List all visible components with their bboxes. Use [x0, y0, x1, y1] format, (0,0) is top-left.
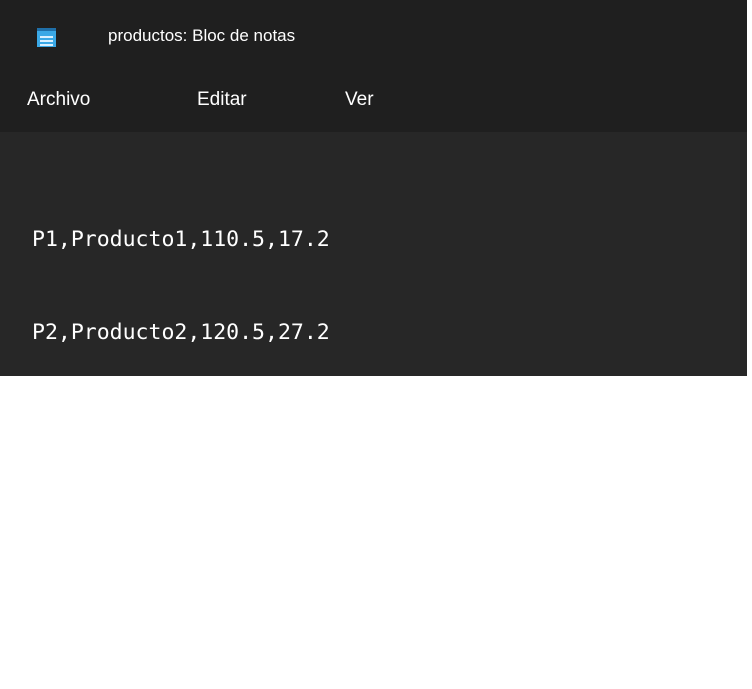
window-title: productos: Bloc de notas	[108, 26, 296, 45]
title-bar[interactable]: productos: Bloc de notas	[0, 0, 747, 70]
text-line: P3,Producto3,130.5,37.2	[32, 413, 330, 438]
notepad-window: productos: Bloc de notas Archivo Editar …	[0, 0, 747, 624]
text-line: P2,Producto2,120.5,27.2	[32, 320, 330, 345]
menu-editar[interactable]: Editar	[197, 88, 247, 112]
menu-ver[interactable]: Ver	[345, 88, 374, 112]
menu-archivo[interactable]: Archivo	[27, 88, 90, 112]
text-line: P4,Producto4,140.5,47.2	[32, 506, 330, 531]
text-line: P1,Producto1,110.5,17.2	[32, 227, 330, 252]
editor-text[interactable]: P1,Producto1,110.5,17.2 P2,Producto2,120…	[32, 162, 330, 689]
notepad-icon	[37, 28, 56, 47]
text-line: P5,Producto5,150.5,57.2	[32, 599, 330, 624]
